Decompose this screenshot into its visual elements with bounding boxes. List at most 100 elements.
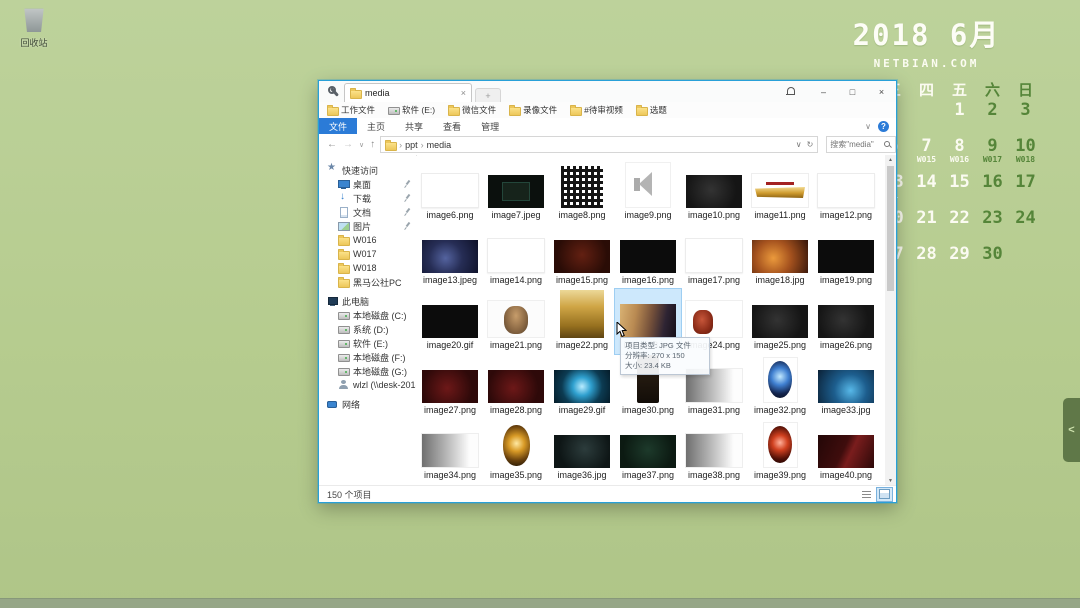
- breadcrumb-segment[interactable]: › media: [421, 140, 452, 150]
- bookmark-item[interactable]: #待审视频: [570, 104, 623, 116]
- back-button[interactable]: ←: [327, 139, 337, 150]
- ribbon-expand-icon[interactable]: ∨: [865, 122, 871, 131]
- file-item[interactable]: image11.png: [747, 159, 813, 224]
- file-item[interactable]: image6.png: [417, 159, 483, 224]
- notification-bell-icon[interactable]: [786, 87, 795, 96]
- ribbon-tab[interactable]: 查看: [433, 118, 471, 134]
- sidebar-group-quick-access[interactable]: 快速访问: [319, 163, 416, 177]
- file-item[interactable]: image19.png: [813, 224, 879, 289]
- file-item[interactable]: image26.png: [813, 289, 879, 354]
- sidebar-item[interactable]: W017: [319, 247, 416, 261]
- file-item[interactable]: image10.png: [681, 159, 747, 224]
- search-box[interactable]: [826, 136, 896, 153]
- help-button[interactable]: ?: [878, 121, 889, 132]
- file-item[interactable]: image7.jpeg: [483, 159, 549, 224]
- bookmark-item[interactable]: 工作文件: [327, 104, 375, 116]
- bookmark-item[interactable]: 软件 (E:): [388, 104, 435, 116]
- sidebar-item[interactable]: W018: [319, 261, 416, 275]
- calendar-day: 1: [943, 101, 976, 137]
- calendar-day-sublabel: W017: [976, 156, 1009, 164]
- ribbon-tab[interactable]: 文件: [319, 118, 357, 134]
- status-bar: 150 个项目: [319, 485, 896, 502]
- sidebar-item[interactable]: 文档: [319, 205, 416, 219]
- scroll-up-icon[interactable]: ▲: [888, 155, 893, 165]
- file-item[interactable]: image9.png: [615, 159, 681, 224]
- sidebar-item[interactable]: 本地磁盘 (C:): [319, 308, 416, 322]
- bookmark-item[interactable]: 选题: [636, 104, 667, 116]
- file-item[interactable]: image38.png: [681, 419, 747, 484]
- file-item[interactable]: image36.jpg: [549, 419, 615, 484]
- ribbon-tab[interactable]: 管理: [471, 118, 509, 134]
- file-item[interactable]: image33.jpg: [813, 354, 879, 419]
- file-item[interactable]: image28.png: [483, 354, 549, 419]
- file-item[interactable]: image8.png: [549, 159, 615, 224]
- thumbnail-image: [554, 370, 610, 403]
- sidebar-item[interactable]: 图片: [319, 219, 416, 233]
- tab-close-icon[interactable]: ×: [461, 89, 466, 98]
- file-item[interactable]: image39.png: [747, 419, 813, 484]
- file-item[interactable]: image14.png: [483, 224, 549, 289]
- sidebar-item[interactable]: 桌面: [319, 177, 416, 191]
- thumbnail-image: [685, 300, 743, 338]
- new-tab-button[interactable]: +: [475, 88, 501, 102]
- refresh-button[interactable]: ↻: [807, 140, 814, 149]
- breadcrumb-segment[interactable]: › ppt: [399, 140, 418, 150]
- sidebar-item-network[interactable]: 网络: [319, 397, 416, 411]
- bookmark-item[interactable]: 录像文件: [509, 104, 557, 116]
- minimize-button[interactable]: –: [809, 81, 838, 102]
- sidebar-item[interactable]: W016: [319, 233, 416, 247]
- bookmark-label: #待审视频: [584, 104, 623, 116]
- file-item[interactable]: image21.png: [483, 289, 549, 354]
- tab-media[interactable]: media ×: [344, 83, 472, 102]
- address-box[interactable]: › ppt › media ∨ ↻: [380, 136, 818, 153]
- history-dropdown-icon[interactable]: ∨: [359, 141, 364, 149]
- file-item[interactable]: image37.png: [615, 419, 681, 484]
- sidebar-item[interactable]: 下载: [319, 191, 416, 205]
- scrollbar-thumb[interactable]: [887, 166, 894, 291]
- search-input[interactable]: [830, 140, 884, 149]
- file-item[interactable]: image35.png: [483, 419, 549, 484]
- sidebar-item[interactable]: 黑马公社PC: [319, 275, 416, 289]
- address-dropdown-icon[interactable]: ∨: [796, 140, 802, 149]
- maximize-button[interactable]: □: [838, 81, 867, 102]
- file-item[interactable]: image27.png: [417, 354, 483, 419]
- thumbnail-image: [554, 435, 610, 468]
- sidebar-item[interactable]: 系统 (D:): [319, 322, 416, 336]
- sidebar-item[interactable]: wlzl (\\desk-2018: [319, 378, 416, 392]
- file-item[interactable]: image17.png: [681, 224, 747, 289]
- bookmark-item[interactable]: 微信文件: [448, 104, 496, 116]
- file-item[interactable]: image29.gif: [549, 354, 615, 419]
- crumb-label[interactable]: ppt: [405, 140, 418, 150]
- file-item[interactable]: image22.png: [549, 289, 615, 354]
- file-item[interactable]: image34.png: [417, 419, 483, 484]
- crumb-separator-icon: ›: [399, 140, 402, 150]
- file-item[interactable]: image15.png: [549, 224, 615, 289]
- close-button[interactable]: ×: [867, 81, 896, 102]
- ribbon-tab[interactable]: 主页: [357, 118, 395, 134]
- up-button[interactable]: ↑: [370, 139, 375, 150]
- sidebar-item[interactable]: 本地磁盘 (G:): [319, 364, 416, 378]
- edge-panel-handle[interactable]: <: [1063, 398, 1080, 462]
- sidebar-item[interactable]: 软件 (E:): [319, 336, 416, 350]
- wrench-menu-icon[interactable]: [328, 86, 339, 97]
- file-item[interactable]: image25.png: [747, 289, 813, 354]
- sidebar-group-this-pc[interactable]: 此电脑: [319, 294, 416, 308]
- file-item[interactable]: image13.jpeg: [417, 224, 483, 289]
- crumb-label[interactable]: media: [427, 140, 452, 150]
- vertical-scrollbar[interactable]: ▲ ▼: [885, 155, 896, 486]
- sidebar-item[interactable]: 本地磁盘 (F:): [319, 350, 416, 364]
- view-thumbnails-button[interactable]: [876, 487, 893, 502]
- thumbnail-image: [752, 305, 808, 338]
- view-details-button[interactable]: [858, 487, 875, 502]
- recycle-bin[interactable]: 回收站: [6, 5, 62, 48]
- file-thumbnail-area: [747, 159, 813, 208]
- file-item[interactable]: image20.gif: [417, 289, 483, 354]
- file-item[interactable]: image40.png: [813, 419, 879, 484]
- file-item[interactable]: image16.png: [615, 224, 681, 289]
- file-item[interactable]: image32.png: [747, 354, 813, 419]
- ribbon-tab[interactable]: 共享: [395, 118, 433, 134]
- file-item[interactable]: image12.png: [813, 159, 879, 224]
- forward-button[interactable]: →: [343, 139, 353, 150]
- title-bar[interactable]: media × + – □ ×: [319, 81, 896, 103]
- file-item[interactable]: image18.jpg: [747, 224, 813, 289]
